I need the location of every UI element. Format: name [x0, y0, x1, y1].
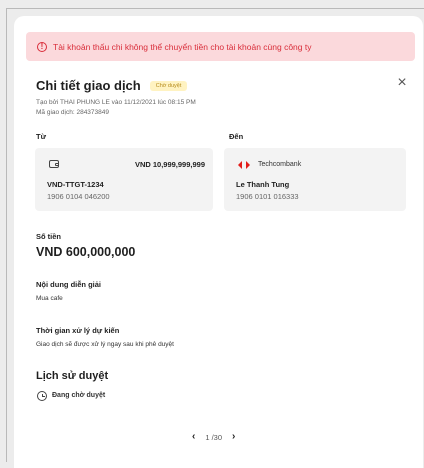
description-value: Mua cafe	[36, 295, 63, 302]
amount-label: Số tiền	[36, 232, 62, 241]
page-title: Chi tiết giao dịch	[36, 78, 141, 93]
close-button[interactable]: ×	[395, 74, 409, 91]
transaction-id-text: Mã giao dịch: 284373849	[36, 109, 110, 116]
frame-top-line	[6, 8, 424, 9]
clock-icon	[37, 391, 47, 401]
pagination: ‹ 1 /30 ›	[192, 432, 235, 442]
status-badge: Chờ duyệt	[149, 80, 188, 91]
approval-history-title: Lịch sử duyệt	[36, 370, 109, 382]
alert-circle-icon: !	[37, 41, 47, 52]
from-account-number: 1906 0104 046200	[47, 192, 110, 201]
transaction-detail-card: ! Tài khoản thấu chi không thể chuyển ti…	[14, 16, 423, 468]
wallet-icon	[49, 160, 59, 168]
frame-left-line	[6, 8, 7, 462]
chevron-right-icon[interactable]: ›	[232, 432, 235, 442]
to-label: Đến	[229, 132, 244, 141]
to-account-box[interactable]: Techcombank Le Thanh Tung 1906 0101 0163…	[224, 148, 406, 211]
chevron-left-icon[interactable]: ‹	[192, 432, 195, 442]
amount-value: VND 600,000,000	[36, 245, 136, 259]
alert-text: Tài khoản thấu chi không thể chuyển tiền…	[53, 41, 312, 52]
to-account-number: 1906 0101 016333	[236, 192, 299, 201]
from-account-box[interactable]: VND 10,999,999,999 VND-TTGT-1234 1906 01…	[35, 148, 213, 211]
description-label: Nội dung diễn giải	[36, 280, 101, 289]
from-label: Từ	[36, 132, 47, 141]
from-balance: VND 10,999,999,999	[134, 160, 205, 169]
page-indicator: 1 /30	[205, 432, 223, 442]
error-alert: ! Tài khoản thấu chi không thể chuyển ti…	[26, 32, 415, 61]
techcombank-logo-icon	[238, 161, 250, 169]
close-icon: ×	[397, 74, 407, 91]
created-by-text: Tạo bởi THAI PHUNG LE vào 11/12/2021 lúc…	[36, 99, 196, 106]
bank-name: Techcombank	[258, 161, 302, 168]
approval-status: Đang chờ duyệt	[52, 392, 106, 399]
processing-time-label: Thời gian xử lý dự kiến	[36, 326, 120, 335]
to-account-name: Le Thanh Tung	[236, 180, 290, 189]
from-account-name: VND-TTGT-1234	[47, 180, 104, 189]
title-row: Chi tiết giao dịch Chờ duyệt	[36, 78, 188, 93]
processing-time-value: Giao dịch sẽ được xử lý ngay sau khi phê…	[36, 341, 174, 348]
